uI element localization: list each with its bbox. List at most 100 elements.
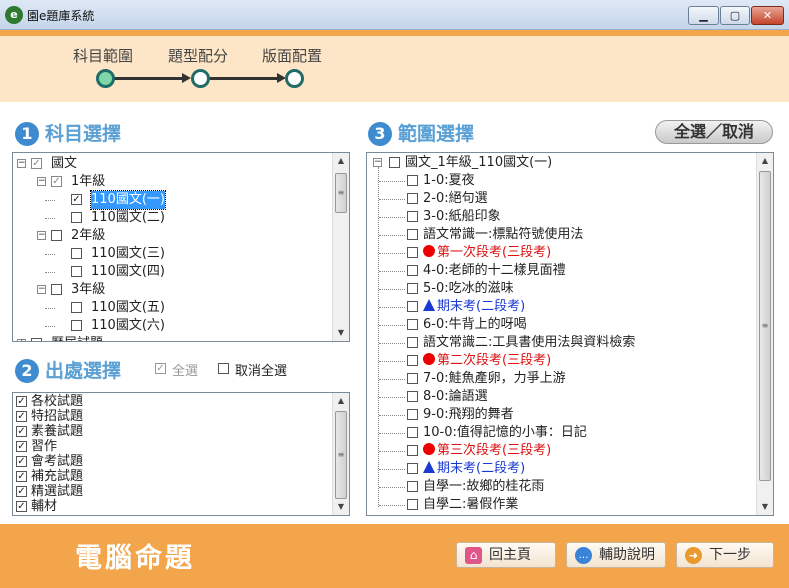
- range-tree-scrollbar[interactable]: ▲ ≡ ▼: [756, 153, 773, 515]
- range-tree-row[interactable]: 第二次段考(三段考): [367, 352, 755, 370]
- range-checkbox[interactable]: [407, 499, 418, 510]
- range-item-label[interactable]: 8-0:論語選: [423, 388, 488, 406]
- range-tree-root[interactable]: − 國文_1年級_110國文(一): [367, 154, 755, 172]
- subject-tree-row[interactable]: − 3年級: [13, 281, 331, 299]
- minimize-button[interactable]: ▁: [688, 6, 719, 25]
- maximize-button[interactable]: ▢: [720, 6, 750, 25]
- range-item-label[interactable]: 期末考(二段考): [423, 298, 525, 316]
- scroll-down-icon[interactable]: ▼: [333, 499, 349, 515]
- scroll-up-icon[interactable]: ▲: [333, 153, 349, 169]
- tree-item-label[interactable]: 110國文(二): [91, 209, 165, 227]
- subject-tree-row[interactable]: 110國文(五): [13, 299, 331, 317]
- range-item-label[interactable]: 期末考(二段考): [423, 460, 525, 478]
- tree-item-label[interactable]: 110國文(五): [91, 299, 165, 317]
- source-checkbox[interactable]: ✓: [16, 486, 27, 497]
- close-button[interactable]: ✕: [751, 6, 784, 25]
- subject-tree-row[interactable]: 110國文(六): [13, 317, 331, 335]
- source-list-item[interactable]: ✓ 輔材: [13, 499, 331, 514]
- scroll-down-icon[interactable]: ▼: [333, 325, 349, 341]
- subject-tree-row[interactable]: 110國文(三): [13, 245, 331, 263]
- tree-checkbox[interactable]: [71, 248, 82, 259]
- tree-item-label[interactable]: 110國文(三): [91, 245, 165, 263]
- range-tree[interactable]: ▲ ≡ ▼ − 國文_1年級_110國文(一) 1-0:夏夜 2-0:絕句選 3-0:紙…: [366, 152, 774, 516]
- source-checkbox[interactable]: ✓: [16, 411, 27, 422]
- tree-item-label[interactable]: 3年級: [71, 281, 105, 299]
- tree-expander-icon[interactable]: −: [37, 177, 46, 186]
- tree-checkbox[interactable]: [51, 284, 62, 295]
- source-checkbox[interactable]: ✓: [16, 471, 27, 482]
- tree-item-label[interactable]: 110國文(一): [90, 190, 166, 210]
- scroll-down-icon[interactable]: ▼: [757, 499, 773, 515]
- range-item-label[interactable]: 第一次段考(三段考): [423, 244, 551, 262]
- tree-item-label[interactable]: 國文: [51, 155, 77, 173]
- source-list-item[interactable]: ✓ 素養試題: [13, 424, 331, 439]
- range-item-label[interactable]: 10-0:值得記憶的小事：日記: [423, 424, 587, 442]
- range-checkbox[interactable]: [407, 265, 418, 276]
- range-tree-row[interactable]: 3-0:紙船印象: [367, 208, 755, 226]
- range-item-label[interactable]: 7-0:鮭魚產卵，力爭上游: [423, 370, 566, 388]
- tree-checkbox[interactable]: [389, 157, 400, 168]
- range-checkbox[interactable]: [407, 373, 418, 384]
- tree-checkbox[interactable]: [31, 338, 42, 341]
- tree-item-label[interactable]: 1年級: [71, 173, 105, 191]
- tree-checkbox[interactable]: ✓: [31, 158, 42, 169]
- range-tree-row[interactable]: 期末考(二段考): [367, 460, 755, 478]
- range-tree-row[interactable]: 8-0:論語選: [367, 388, 755, 406]
- range-checkbox[interactable]: [407, 283, 418, 294]
- range-checkbox[interactable]: [407, 175, 418, 186]
- scroll-up-icon[interactable]: ▲: [757, 153, 773, 169]
- tree-checkbox[interactable]: ✓: [71, 194, 82, 205]
- select-all-checkbox[interactable]: ✓: [155, 363, 166, 374]
- range-item-label[interactable]: 第三次段考(三段考): [423, 442, 551, 460]
- range-tree-row[interactable]: 自學二:暑假作業: [367, 496, 755, 514]
- source-list-item[interactable]: ✓ 習作: [13, 439, 331, 454]
- source-checkbox[interactable]: ✓: [16, 396, 27, 407]
- scroll-thumb[interactable]: ≡: [759, 171, 771, 481]
- range-checkbox[interactable]: [407, 247, 418, 258]
- subject-tree-row[interactable]: ✓ 110國文(一): [13, 190, 331, 210]
- range-item-label[interactable]: 自學一:故鄉的桂花雨: [423, 478, 544, 496]
- tree-checkbox[interactable]: [71, 302, 82, 313]
- unselect-all-checkbox[interactable]: [218, 363, 229, 374]
- range-tree-row[interactable]: 期末考(二段考): [367, 298, 755, 316]
- range-item-label[interactable]: 5-0:吃冰的滋味: [423, 280, 514, 298]
- tree-checkbox[interactable]: ✓: [51, 176, 62, 187]
- range-root-label[interactable]: 國文_1年級_110國文(一): [405, 154, 552, 172]
- range-item-label[interactable]: 語文常識二:工具書使用法與資料檢索: [423, 334, 635, 352]
- range-checkbox[interactable]: [407, 355, 418, 366]
- source-checkbox[interactable]: ✓: [16, 441, 27, 452]
- source-list-item[interactable]: ✓ 會考試題: [13, 454, 331, 469]
- next-button[interactable]: ➜ 下一步: [676, 542, 774, 568]
- source-checkbox[interactable]: ✓: [16, 426, 27, 437]
- source-list-scrollbar[interactable]: ▲ ≡ ▼: [332, 393, 349, 515]
- range-item-label[interactable]: 2-0:絕句選: [423, 190, 488, 208]
- unselect-all-label[interactable]: 取消全選: [235, 360, 287, 379]
- subject-tree[interactable]: ▲ ≡ ▼ − ✓ 國文 − ✓ 1年級 ✓ 110國文(一) 110國文(二) −2年級 110國…: [12, 152, 350, 342]
- range-item-label[interactable]: 自學二:暑假作業: [423, 496, 518, 514]
- select-all-label[interactable]: 全選: [172, 360, 198, 379]
- range-checkbox[interactable]: [407, 211, 418, 222]
- tree-checkbox[interactable]: [51, 230, 62, 241]
- range-checkbox[interactable]: [407, 445, 418, 456]
- range-tree-row[interactable]: 9-0:飛翔的舞者: [367, 406, 755, 424]
- range-tree-row[interactable]: 第三次段考(三段考): [367, 442, 755, 460]
- range-tree-row[interactable]: 自學一:故鄉的桂花雨: [367, 478, 755, 496]
- toggle-all-button[interactable]: 全選／取消: [655, 120, 773, 144]
- tree-expander-icon[interactable]: −: [37, 285, 46, 294]
- range-tree-row[interactable]: 7-0:鮭魚產卵，力爭上游: [367, 370, 755, 388]
- range-tree-row[interactable]: 5-0:吃冰的滋味: [367, 280, 755, 298]
- tree-item-label[interactable]: 歷屆試題: [51, 335, 103, 341]
- range-checkbox[interactable]: [407, 463, 418, 474]
- source-list[interactable]: ▲ ≡ ▼ ✓ 各校試題 ✓ 特招試題 ✓ 素養試題 ✓ 習作 ✓ 會考試題 ✓ 補充試題 ✓ 精選試題 ✓…: [12, 392, 350, 516]
- range-checkbox[interactable]: [407, 427, 418, 438]
- range-item-label[interactable]: 9-0:飛翔的舞者: [423, 406, 514, 424]
- subject-tree-row[interactable]: 110國文(二): [13, 209, 331, 227]
- tree-item-label[interactable]: 110國文(四): [91, 263, 165, 281]
- range-checkbox[interactable]: [407, 193, 418, 204]
- help-button[interactable]: … 輔助說明: [566, 542, 666, 568]
- tree-item-label[interactable]: 2年級: [71, 227, 105, 245]
- scroll-up-icon[interactable]: ▲: [333, 393, 349, 409]
- subject-tree-row[interactable]: + 歷屆試題: [13, 335, 331, 341]
- tree-checkbox[interactable]: [71, 212, 82, 223]
- source-checkbox[interactable]: ✓: [16, 501, 27, 512]
